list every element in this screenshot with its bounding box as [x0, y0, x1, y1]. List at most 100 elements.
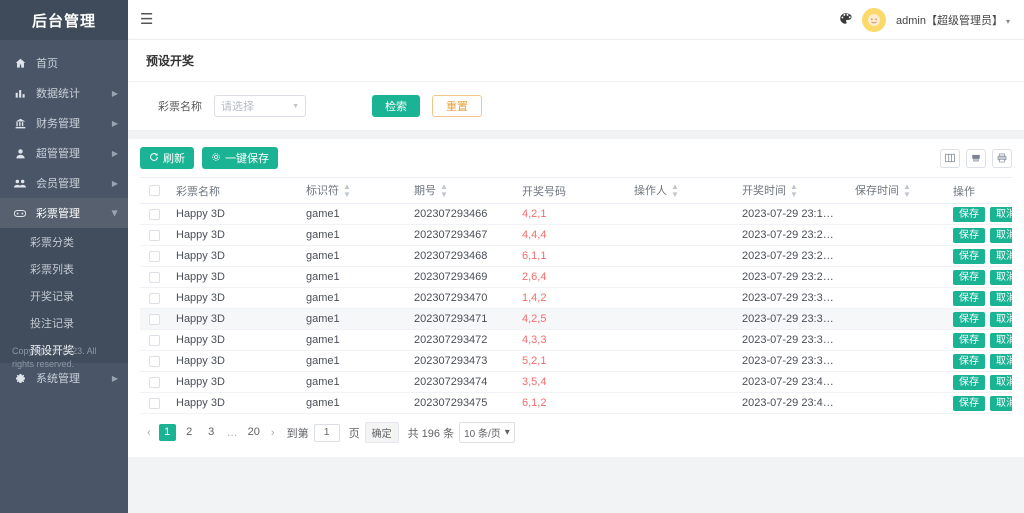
row-save-button[interactable]: 保存: [953, 249, 985, 264]
sort-icon[interactable]: ▲▼: [671, 183, 679, 199]
sort-icon[interactable]: ▲▼: [903, 183, 911, 199]
row-checkbox[interactable]: [149, 356, 160, 367]
search-button[interactable]: 检索: [372, 95, 420, 117]
chart-bar-icon: [12, 88, 28, 99]
cell-save-time: [847, 330, 945, 351]
row-checkbox[interactable]: [149, 293, 160, 304]
row-checkbox[interactable]: [149, 377, 160, 388]
export-icon[interactable]: [966, 149, 986, 168]
row-checkbox[interactable]: [149, 335, 160, 346]
print-icon[interactable]: [992, 149, 1012, 168]
cell-operator: [626, 267, 734, 288]
row-cancel-button[interactable]: 取消: [990, 228, 1012, 243]
table-row[interactable]: Happy 3Dgame12023072934714,2,52023-07-29…: [140, 309, 1012, 330]
row-checkbox[interactable]: [149, 209, 160, 220]
lottery-name-select[interactable]: 请选择 ▼: [214, 95, 306, 117]
cell-lottery-name: Happy 3D: [168, 372, 298, 393]
sidebar-item-label: 超管管理: [36, 145, 112, 161]
row-save-button[interactable]: 保存: [953, 291, 985, 306]
table-row[interactable]: Happy 3Dgame12023072934724,3,32023-07-29…: [140, 330, 1012, 351]
page-button-1[interactable]: 1: [159, 424, 176, 441]
table-row[interactable]: Happy 3Dgame12023072934735,2,12023-07-29…: [140, 351, 1012, 372]
menu-toggle-icon[interactable]: ☰: [140, 12, 153, 27]
refresh-button[interactable]: 刷新: [140, 147, 194, 169]
table-row[interactable]: Happy 3Dgame12023072934686,1,12023-07-29…: [140, 246, 1012, 267]
row-checkbox[interactable]: [149, 314, 160, 325]
row-save-button[interactable]: 保存: [953, 312, 985, 327]
row-save-button[interactable]: 保存: [953, 375, 985, 390]
columns-icon[interactable]: [940, 149, 960, 168]
row-cancel-button[interactable]: 取消: [990, 375, 1012, 390]
sidebar-item-home[interactable]: 首页: [0, 48, 128, 78]
row-cancel-button[interactable]: 取消: [990, 333, 1012, 348]
cell-actions: 保存取消: [945, 393, 1012, 414]
row-cancel-button[interactable]: 取消: [990, 291, 1012, 306]
sort-icon[interactable]: ▲▼: [343, 183, 351, 199]
cell-save-time: [847, 309, 945, 330]
cell-code: game1: [298, 267, 406, 288]
page-button-2[interactable]: 2: [181, 424, 198, 441]
col-draw-time[interactable]: 开奖时间▲▼: [734, 178, 847, 204]
sidebar-item-statistics[interactable]: 数据统计 ▶: [0, 78, 128, 108]
col-code[interactable]: 标识符▲▼: [298, 178, 406, 204]
sidebar-item-finance[interactable]: 财务管理 ▶: [0, 108, 128, 138]
select-all-checkbox[interactable]: [149, 185, 160, 196]
sidebar-item-admin[interactable]: 超管管理 ▶: [0, 138, 128, 168]
sort-icon[interactable]: ▲▼: [440, 183, 448, 199]
row-cancel-button[interactable]: 取消: [990, 249, 1012, 264]
page-size-label: 10 条/页: [464, 425, 501, 440]
sidebar-subitem-lottery-category[interactable]: 彩票分类: [0, 228, 128, 255]
page-button-3[interactable]: 3: [203, 424, 220, 441]
sidebar-subitem-bet-records[interactable]: 投注记录: [0, 309, 128, 336]
row-action-group: 保存取消: [953, 228, 1004, 243]
table-row[interactable]: Happy 3Dgame12023072934674,4,42023-07-29…: [140, 225, 1012, 246]
prev-page-button[interactable]: ‹: [144, 427, 154, 439]
row-checkbox[interactable]: [149, 230, 160, 241]
cell-lottery-name: Happy 3D: [168, 309, 298, 330]
goto-confirm-button[interactable]: 确定: [365, 422, 399, 443]
table-row[interactable]: Happy 3Dgame12023072934756,1,22023-07-29…: [140, 393, 1012, 414]
table-row[interactable]: Happy 3Dgame12023072934701,4,22023-07-29…: [140, 288, 1012, 309]
reset-button[interactable]: 重置: [432, 95, 482, 117]
col-issue[interactable]: 期号▲▼: [406, 178, 514, 204]
sort-icon[interactable]: ▲▼: [790, 183, 798, 199]
cell-numbers: 6,1,2: [514, 393, 626, 414]
avatar[interactable]: [862, 8, 886, 32]
row-cancel-button[interactable]: 取消: [990, 396, 1012, 411]
row-save-button[interactable]: 保存: [953, 396, 985, 411]
row-save-button[interactable]: 保存: [953, 354, 985, 369]
col-operator[interactable]: 操作人▲▼: [626, 178, 734, 204]
goto-page-input[interactable]: [314, 424, 340, 442]
row-checkbox[interactable]: [149, 272, 160, 283]
row-save-button[interactable]: 保存: [953, 333, 985, 348]
user-menu[interactable]: admin【超级管理员】▾: [896, 12, 1010, 28]
sidebar-subitem-draw-records[interactable]: 开奖记录: [0, 282, 128, 309]
row-checkbox[interactable]: [149, 398, 160, 409]
row-cancel-button[interactable]: 取消: [990, 354, 1012, 369]
sidebar-item-members[interactable]: 会员管理 ▶: [0, 168, 128, 198]
table-row[interactable]: Happy 3Dgame12023072934692,6,42023-07-29…: [140, 267, 1012, 288]
sidebar-subitem-lottery-list[interactable]: 彩票列表: [0, 255, 128, 282]
save-all-button[interactable]: 一键保存: [202, 147, 278, 169]
row-select-cell: [140, 267, 168, 288]
user-icon: [12, 148, 28, 159]
lottery-name-label: 彩票名称: [158, 98, 202, 114]
sidebar-item-lottery[interactable]: 彩票管理 ▶: [0, 198, 128, 228]
row-checkbox[interactable]: [149, 251, 160, 262]
chevron-down-icon: ▾: [505, 427, 510, 438]
cell-lottery-name: Happy 3D: [168, 267, 298, 288]
row-cancel-button[interactable]: 取消: [990, 207, 1012, 222]
row-cancel-button[interactable]: 取消: [990, 312, 1012, 327]
table-row[interactable]: Happy 3Dgame12023072934743,5,42023-07-29…: [140, 372, 1012, 393]
table-row[interactable]: Happy 3Dgame12023072934664,2,12023-07-29…: [140, 204, 1012, 225]
row-save-button[interactable]: 保存: [953, 228, 985, 243]
next-page-button[interactable]: ›: [268, 427, 278, 439]
page-size-select[interactable]: 10 条/页 ▾: [459, 422, 515, 443]
row-cancel-button[interactable]: 取消: [990, 270, 1012, 285]
row-save-button[interactable]: 保存: [953, 270, 985, 285]
row-save-button[interactable]: 保存: [953, 207, 985, 222]
page-button-last[interactable]: 20: [245, 424, 263, 441]
palette-icon[interactable]: [839, 12, 852, 28]
col-save-time[interactable]: 保存时间▲▼: [847, 178, 945, 204]
chevron-right-icon: ▶: [112, 374, 118, 383]
